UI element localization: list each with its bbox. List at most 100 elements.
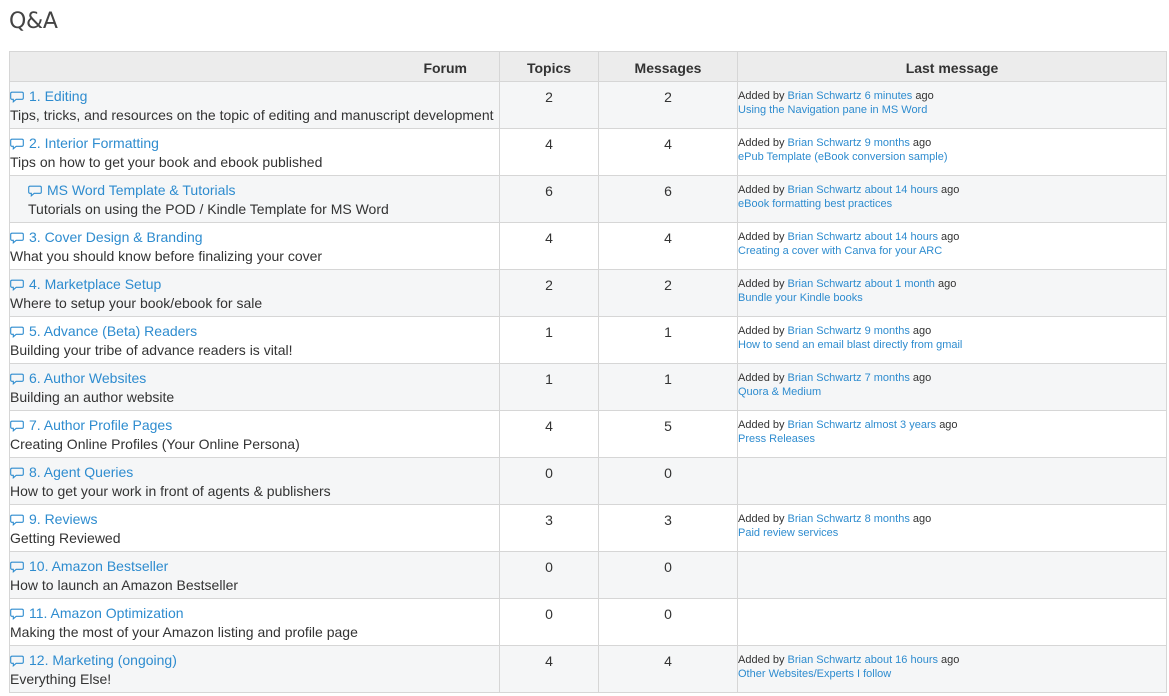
speech-bubble-icon	[10, 420, 29, 432]
forum-title: 11. Amazon Optimization	[29, 605, 184, 621]
forum-description: Everything Else!	[10, 671, 112, 687]
forum-title-link[interactable]: 3. Cover Design & Branding	[10, 229, 499, 246]
last-message-cell: Added by Brian Schwartz 9 months ago ePub…	[737, 128, 1167, 176]
topics-count: 4	[545, 653, 553, 669]
time-link[interactable]: 9 months	[865, 137, 910, 149]
messages-count-cell: 6	[598, 175, 738, 223]
forum-description: What you should know before finalizing y…	[10, 248, 323, 264]
messages-count: 6	[664, 183, 672, 199]
added-by-label: Added by	[738, 184, 785, 196]
forum-title-link[interactable]: 7. Author Profile Pages	[10, 417, 499, 434]
forum-row: 6. Author Websites Building an author web…	[9, 363, 1167, 411]
ago-label: ago	[941, 231, 960, 243]
forum-cell: 3. Cover Design & Branding What you shoul…	[9, 222, 500, 270]
forum-title: 3. Cover Design & Branding	[29, 229, 203, 245]
forum-title: 7. Author Profile Pages	[29, 417, 173, 433]
author-link[interactable]: Brian Schwartz	[788, 325, 862, 337]
added-by-label: Added by	[738, 231, 785, 243]
author-link[interactable]: Brian Schwartz	[788, 231, 862, 243]
author-link[interactable]: Brian Schwartz	[788, 90, 862, 102]
messages-count: 0	[664, 559, 672, 575]
forum-title-link[interactable]: 1. Editing	[10, 88, 499, 105]
messages-count: 1	[664, 324, 672, 340]
forum-title-link[interactable]: 5. Advance (Beta) Readers	[10, 323, 499, 340]
forum-row: 2. Interior Formatting Tips on how to get…	[9, 128, 1167, 176]
last-topic-link[interactable]: Press Releases	[738, 433, 815, 445]
last-message-meta: Added by Brian Schwartz 7 months ago	[738, 371, 1166, 385]
messages-count: 5	[664, 418, 672, 434]
header-messages[interactable]: Messages	[598, 51, 738, 82]
last-topic-link[interactable]: Paid review services	[738, 527, 838, 539]
forum-title-link[interactable]: 9. Reviews	[10, 511, 499, 528]
messages-count: 4	[664, 136, 672, 152]
author-link[interactable]: Brian Schwartz	[788, 372, 862, 384]
time-link[interactable]: about 16 hours	[865, 654, 938, 666]
time-link[interactable]: 8 months	[865, 513, 910, 525]
forum-title-link[interactable]: 4. Marketplace Setup	[10, 276, 499, 293]
forum-row: 9. Reviews Getting Reviewed 3 3 Added by Bri…	[9, 504, 1167, 552]
last-topic-link[interactable]: eBook formatting best practices	[738, 198, 892, 210]
forum-title-link[interactable]: 10. Amazon Bestseller	[10, 558, 499, 575]
last-message-meta: Added by Brian Schwartz about 14 hours a…	[738, 183, 1166, 197]
messages-count: 0	[664, 606, 672, 622]
forum-description: How to get your work in front of agents …	[10, 483, 331, 499]
last-topic-link[interactable]: ePub Template (eBook conversion sample)	[738, 151, 948, 163]
author-link[interactable]: Brian Schwartz	[788, 513, 862, 525]
last-topic-link[interactable]: Creating a cover with Canva for your ARC	[738, 245, 942, 257]
forum-row: MS Word Template & Tutorials Tutorials on…	[9, 175, 1167, 223]
last-topic-link[interactable]: Using the Navigation pane in MS Word	[738, 104, 927, 116]
time-link[interactable]: 7 months	[865, 372, 910, 384]
time-link[interactable]: 6 minutes	[865, 90, 913, 102]
topics-count: 0	[545, 465, 553, 481]
ago-label: ago	[941, 184, 960, 196]
author-link[interactable]: Brian Schwartz	[788, 278, 862, 290]
author-link[interactable]: Brian Schwartz	[788, 184, 862, 196]
last-message-cell: Added by Brian Schwartz 8 months ago Paid…	[737, 504, 1167, 552]
forum-description: Tutorials on using the POD / Kindle Temp…	[28, 201, 389, 217]
speech-bubble-icon	[10, 138, 29, 150]
last-message-cell: Added by Brian Schwartz almost 3 years a…	[737, 410, 1167, 458]
forum-title-link[interactable]: 6. Author Websites	[10, 370, 499, 387]
header-forum[interactable]: Forum	[9, 51, 500, 82]
time-link[interactable]: 9 months	[865, 325, 910, 337]
last-message-cell: Added by Brian Schwartz about 14 hours a…	[737, 222, 1167, 270]
forum-title-link[interactable]: 2. Interior Formatting	[10, 135, 499, 152]
topics-count-cell: 1	[499, 316, 599, 364]
topics-count: 2	[545, 89, 553, 105]
time-link[interactable]: almost 3 years	[865, 419, 937, 431]
time-link[interactable]: about 1 month	[865, 278, 935, 290]
topics-count: 2	[545, 277, 553, 293]
speech-bubble-icon	[10, 326, 29, 338]
header-topics[interactable]: Topics	[499, 51, 599, 82]
last-topic-link[interactable]: Other Websites/Experts I follow	[738, 668, 891, 680]
forum-title-link[interactable]: 11. Amazon Optimization	[10, 605, 499, 622]
last-message-cell	[737, 598, 1167, 646]
last-message-meta: Added by Brian Schwartz about 1 month ag…	[738, 277, 1166, 291]
last-topic-link[interactable]: Quora & Medium	[738, 386, 821, 398]
messages-count: 4	[664, 230, 672, 246]
forum-title: 8. Agent Queries	[29, 464, 134, 480]
time-link[interactable]: about 14 hours	[865, 231, 938, 243]
forum-title: 10. Amazon Bestseller	[29, 558, 169, 574]
topics-count: 4	[545, 136, 553, 152]
last-message-meta: Added by Brian Schwartz 8 months ago	[738, 512, 1166, 526]
forum-title-link[interactable]: 12. Marketing (ongoing)	[10, 652, 499, 669]
author-link[interactable]: Brian Schwartz	[788, 137, 862, 149]
header-last-message[interactable]: Last message	[737, 51, 1167, 82]
forum-row: 7. Author Profile Pages Creating Online P…	[9, 410, 1167, 458]
last-topic-link[interactable]: Bundle your Kindle books	[738, 292, 863, 304]
last-message-meta: Added by Brian Schwartz 9 months ago	[738, 136, 1166, 150]
author-link[interactable]: Brian Schwartz	[788, 419, 862, 431]
topics-count-cell: 0	[499, 457, 599, 505]
last-topic-link[interactable]: How to send an email blast directly from…	[738, 339, 962, 351]
forum-title-link[interactable]: 8. Agent Queries	[10, 464, 499, 481]
author-link[interactable]: Brian Schwartz	[788, 654, 862, 666]
speech-bubble-icon	[10, 232, 29, 244]
topics-count: 3	[545, 512, 553, 528]
speech-bubble-icon	[10, 279, 29, 291]
last-message-cell: Added by Brian Schwartz 6 minutes ago Usi…	[737, 81, 1167, 129]
forum-title-link[interactable]: MS Word Template & Tutorials	[28, 182, 499, 199]
forum-title: 12. Marketing (ongoing)	[29, 652, 177, 668]
forum-row: 1. Editing Tips, tricks, and resources on…	[9, 81, 1167, 129]
time-link[interactable]: about 14 hours	[865, 184, 938, 196]
